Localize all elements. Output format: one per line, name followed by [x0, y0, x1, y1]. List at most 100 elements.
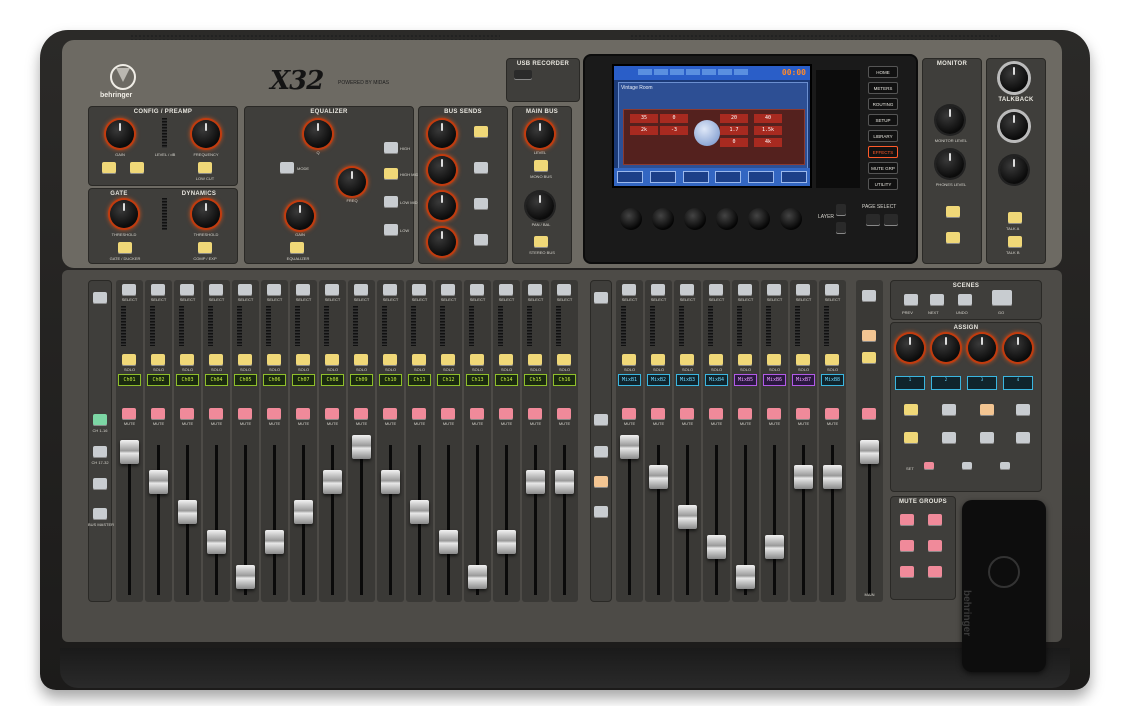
mute-button[interactable] [767, 408, 781, 420]
nav-meters-button[interactable]: METERS [868, 82, 898, 94]
select-button[interactable] [267, 284, 281, 296]
solo-button[interactable] [825, 354, 839, 366]
mute-button[interactable] [709, 408, 723, 420]
solo-button[interactable] [412, 354, 426, 366]
gate-threshold-knob[interactable] [110, 200, 138, 228]
set-b-button[interactable] [962, 462, 972, 470]
solo-button[interactable] [680, 354, 694, 366]
select-button[interactable] [325, 284, 339, 296]
eq-low-mid-button[interactable] [384, 196, 398, 208]
mute-group-1-button[interactable] [900, 514, 914, 526]
phantom-button[interactable] [102, 162, 116, 174]
channel-fader[interactable] [236, 565, 255, 589]
screen-encoder-3[interactable] [684, 208, 706, 230]
assign-knob-2[interactable] [932, 334, 960, 362]
select-button[interactable] [651, 284, 665, 296]
page-right-button[interactable] [884, 214, 898, 226]
select-button[interactable] [412, 284, 426, 296]
channel-fader[interactable] [381, 470, 400, 494]
mute-button[interactable] [325, 408, 339, 420]
select-button[interactable] [122, 284, 136, 296]
solo-button[interactable] [470, 354, 484, 366]
main-select-button[interactable] [862, 290, 876, 302]
channel-fader[interactable] [526, 470, 545, 494]
select-button[interactable] [180, 284, 194, 296]
main-solo-button[interactable] [862, 352, 876, 364]
bus-send-5-8-button[interactable] [474, 162, 488, 174]
bus-send-13-16-button[interactable] [474, 234, 488, 246]
main-level-knob[interactable] [526, 120, 554, 148]
layer-bus1-8-button[interactable] [594, 446, 608, 458]
comp-button[interactable] [198, 242, 212, 254]
mute-button[interactable] [470, 408, 484, 420]
talk-a-button[interactable] [1008, 212, 1022, 224]
channel-fader[interactable] [765, 535, 784, 559]
main-fader[interactable] [860, 440, 879, 464]
solo-button[interactable] [528, 354, 542, 366]
screen-encoder-1[interactable] [620, 208, 642, 230]
usb-port[interactable] [514, 70, 532, 80]
channel-fader[interactable] [794, 465, 813, 489]
layer-aux-button[interactable] [93, 478, 107, 490]
page-left-button[interactable] [866, 214, 880, 226]
mute-button[interactable] [441, 408, 455, 420]
mute-button[interactable] [528, 408, 542, 420]
bus-send-3-knob[interactable] [428, 192, 456, 220]
mute-button[interactable] [651, 408, 665, 420]
channel-fader[interactable] [323, 470, 342, 494]
select-button[interactable] [680, 284, 694, 296]
effects-rack-view[interactable]: Vintage Room 20 1.7 0 40 1.5k 4k 35 2k 0… [618, 82, 808, 170]
mute-button[interactable] [238, 408, 252, 420]
dynamics-threshold-knob[interactable] [192, 200, 220, 228]
mute-group-2-button[interactable] [928, 514, 942, 526]
mute-button[interactable] [151, 408, 165, 420]
layer-ch1-16-button[interactable] [93, 414, 107, 426]
mute-button[interactable] [267, 408, 281, 420]
solo-button[interactable] [325, 354, 339, 366]
talk-b-button[interactable] [1008, 236, 1022, 248]
mute-group-6-button[interactable] [928, 566, 942, 578]
assign-button-10[interactable] [942, 432, 956, 444]
nav-utility-button[interactable]: UTILITY [868, 178, 898, 190]
assign-button-8[interactable] [1016, 404, 1030, 416]
dim-monitor-button[interactable] [946, 232, 960, 244]
eq-high-mid-button[interactable] [384, 168, 398, 180]
select-button[interactable] [767, 284, 781, 296]
phones-level-knob[interactable] [936, 150, 964, 178]
mute-button[interactable] [738, 408, 752, 420]
select-button[interactable] [209, 284, 223, 296]
eq-high-button[interactable] [384, 142, 398, 154]
bus-send-2-knob[interactable] [428, 156, 456, 184]
mute-group-3-button[interactable] [900, 540, 914, 552]
mute-button[interactable] [796, 408, 810, 420]
assign-knob-3[interactable] [968, 334, 996, 362]
channel-fader[interactable] [149, 470, 168, 494]
channel-fader[interactable] [120, 440, 139, 464]
channel-fader[interactable] [707, 535, 726, 559]
mute-button[interactable] [557, 408, 571, 420]
solo-button[interactable] [651, 354, 665, 366]
screen-encoder-5[interactable] [748, 208, 770, 230]
lcd-screen[interactable]: 00:00 Vintage Room 20 1.7 0 40 1.5k 4k 3… [612, 64, 812, 188]
solo-button[interactable] [151, 354, 165, 366]
layer-down-button[interactable] [836, 222, 846, 234]
channel-fader[interactable] [823, 465, 842, 489]
solo-button[interactable] [709, 354, 723, 366]
bus-send-4-knob[interactable] [428, 228, 456, 256]
select-button[interactable] [151, 284, 165, 296]
channel-fader[interactable] [265, 530, 284, 554]
solo-button[interactable] [796, 354, 810, 366]
channel-fader[interactable] [439, 530, 458, 554]
channel-fader[interactable] [620, 435, 639, 459]
set-c-button[interactable] [1000, 462, 1010, 470]
mute-button[interactable] [499, 408, 513, 420]
mute-button[interactable] [622, 408, 636, 420]
assign-button-11[interactable] [980, 432, 994, 444]
solo-button[interactable] [767, 354, 781, 366]
solo-button[interactable] [267, 354, 281, 366]
eq-q-knob[interactable] [304, 120, 332, 148]
channel-fader[interactable] [207, 530, 226, 554]
select-button[interactable] [622, 284, 636, 296]
gate-button[interactable] [118, 242, 132, 254]
assign-button-7[interactable] [980, 404, 994, 416]
